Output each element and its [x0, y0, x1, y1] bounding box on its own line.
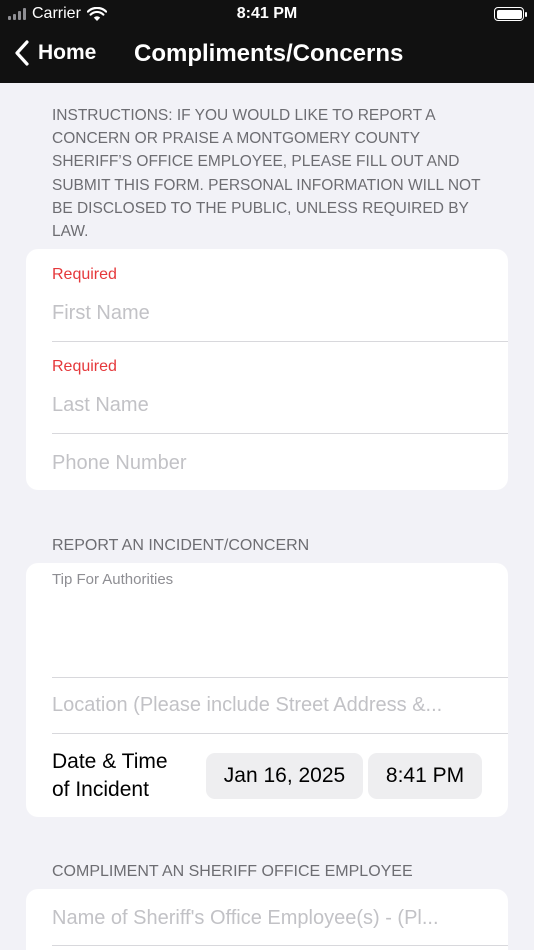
first-name-field[interactable]: Required First Name	[26, 249, 508, 341]
back-button[interactable]: Home	[14, 40, 96, 66]
tip-textarea[interactable]: Tip For Authorities	[26, 563, 508, 677]
employee-name-field[interactable]: Name of Sheriff's Office Employee(s) - (…	[26, 889, 508, 945]
datetime-label: Date & Time of Incident	[52, 748, 168, 804]
time-picker-button[interactable]: 8:41 PM	[368, 753, 482, 799]
phone-input[interactable]: Phone Number	[52, 452, 187, 475]
incident-section-header: REPORT AN INCIDENT/CONCERN	[52, 537, 310, 554]
divider	[52, 945, 508, 946]
chevron-left-icon	[15, 40, 29, 66]
personal-info-card: Required First Name Required Last Name P…	[26, 249, 508, 490]
last-name-required-label: Required	[52, 358, 117, 375]
last-name-input[interactable]: Last Name	[52, 394, 149, 417]
datetime-label-line1: Date & Time	[52, 750, 168, 773]
incident-card: Tip For Authorities Location (Please inc…	[26, 563, 508, 817]
navigation-bar: Home Compliments/Concerns	[0, 30, 534, 83]
first-name-input[interactable]: First Name	[52, 302, 150, 325]
last-name-field[interactable]: Required Last Name	[26, 342, 508, 433]
divider	[52, 733, 508, 734]
compliment-card: Name of Sheriff's Office Employee(s) - (…	[26, 889, 508, 950]
location-input[interactable]: Location (Please include Street Address …	[52, 694, 442, 717]
date-picker-button[interactable]: Jan 16, 2025	[206, 753, 363, 799]
page-title: Compliments/Concerns	[134, 40, 404, 67]
first-name-required-label: Required	[52, 266, 117, 283]
back-label: Home	[38, 41, 97, 64]
employee-name-input[interactable]: Name of Sheriff's Office Employee(s) - (…	[52, 907, 439, 930]
instructions-text: INSTRUCTIONS: IF YOU WOULD LIKE TO REPOR…	[52, 107, 481, 241]
datetime-label-line2: of Incident	[52, 778, 149, 801]
status-time: 8:41 PM	[236, 5, 298, 22]
phone-field[interactable]: Phone Number	[26, 434, 508, 490]
compliment-section-header: COMPLIMENT AN SHERIFF OFFICE EMPLOYEE	[52, 863, 413, 880]
battery-icon	[494, 7, 527, 21]
status-bar: Carrier 8:41 PM	[0, 0, 534, 30]
location-field[interactable]: Location (Please include Street Address …	[26, 678, 508, 733]
tip-label: Tip For Authorities	[52, 571, 174, 588]
